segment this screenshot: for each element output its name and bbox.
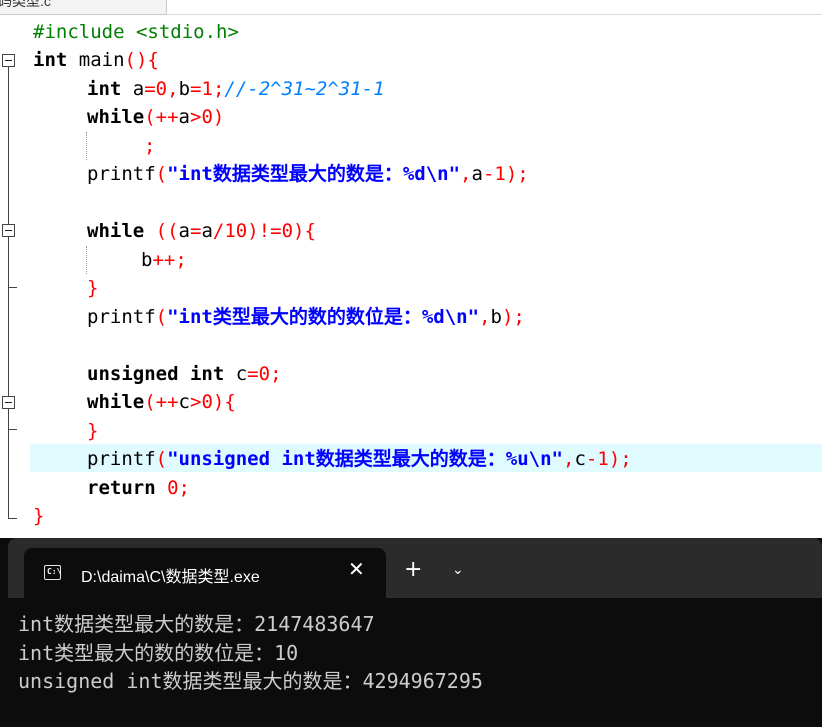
identifier-a: a — [178, 106, 190, 128]
identifier-b: b — [490, 306, 502, 328]
code-editor[interactable]: #include <stdio.h> int main(){ int a=0,b… — [0, 16, 822, 540]
terminal-output-line: int类型最大的数的数位是：10 — [18, 641, 299, 665]
fold-end-while-1 — [8, 287, 17, 288]
number-literal: 1 — [494, 163, 506, 185]
number-literal: 0 — [258, 363, 271, 385]
identifier-main: main — [67, 49, 125, 71]
identifier-c: c — [178, 391, 190, 413]
keyword-unsigned: unsigned — [87, 363, 179, 385]
number-literal: 0 — [201, 106, 213, 128]
fold-gutter — [0, 16, 30, 540]
code-line-14: while(++c>0){ — [87, 391, 236, 413]
indent-guide — [86, 246, 87, 274]
identifier-printf: printf — [87, 448, 156, 470]
terminal-window[interactable]: C:\ D:\daima\C\数据类型.exe ✕ + ⌄ int数据类型最大的… — [0, 538, 822, 727]
code-line-1: #include <stdio.h> — [33, 18, 239, 46]
number-literal: 0 — [167, 477, 179, 499]
identifier-printf: printf — [87, 306, 156, 328]
new-tab-button[interactable]: + — [404, 559, 422, 581]
terminal-tab[interactable]: C:\ D:\daima\C\数据类型.exe ✕ — [24, 548, 386, 598]
keyword-return: return — [87, 477, 156, 499]
code-line-5: ; — [144, 135, 156, 157]
close-icon[interactable]: ✕ — [348, 559, 365, 579]
editor-tab-label: 码类型.c — [0, 0, 51, 9]
code-line-17: return 0; — [87, 477, 190, 499]
code-line-3: int a=0,b=1;//-2^31~2^31-1 — [87, 78, 385, 100]
code-line-10: } — [87, 277, 99, 299]
identifier-c: c — [574, 448, 586, 470]
number-literal: 0 — [155, 78, 168, 100]
code-line-9: b++; — [141, 249, 187, 271]
terminal-output-line: unsigned int数据类型最大的数是：4294967295 — [18, 669, 483, 693]
indent-guide — [86, 132, 87, 160]
number-literal: 10 — [224, 220, 248, 242]
fold-line-main — [8, 67, 9, 519]
fold-toggle-main[interactable] — [2, 54, 15, 67]
keyword-while: while — [87, 106, 145, 128]
fold-toggle-while-2[interactable] — [2, 396, 15, 409]
code-line-6: printf("int数据类型最大的数是：%d\n",a-1); — [87, 163, 529, 185]
code-line-11: printf("int类型最大的数的数位是：%d\n",b); — [87, 306, 525, 328]
string-literal: "int数据类型最大的数是：%d\n" — [167, 163, 461, 185]
code-line-16: printf("unsigned int数据类型最大的数是：%u\n",c-1)… — [87, 448, 632, 470]
code-line-18: } — [33, 505, 45, 527]
number-literal: 0 — [281, 220, 294, 242]
code-line-15: } — [87, 420, 99, 442]
chevron-down-icon[interactable]: ⌄ — [452, 560, 464, 580]
string-literal: "int类型最大的数的数位是：%d\n" — [167, 306, 480, 328]
number-literal: 1 — [201, 78, 213, 100]
number-literal: 1 — [597, 448, 609, 470]
fold-toggle-while-1[interactable] — [2, 224, 15, 237]
identifier-a: a — [121, 78, 145, 100]
identifier-a: a — [471, 163, 483, 185]
code-line-2: int main(){ — [33, 49, 159, 71]
keyword-while: while — [87, 391, 145, 413]
keyword-while: while — [87, 220, 145, 242]
fold-end-while-2 — [8, 429, 17, 430]
terminal-tab-bar: C:\ D:\daima\C\数据类型.exe ✕ + ⌄ — [8, 538, 822, 598]
terminal-icon: C:\ — [44, 565, 61, 580]
terminal-output-line: int数据类型最大的数是：2147483647 — [18, 612, 375, 636]
keyword-int: int — [87, 78, 122, 100]
identifier-c: c — [235, 363, 248, 385]
code-line-4: while(++a>0) — [87, 106, 225, 128]
terminal-tab-title: D:\daima\C\数据类型.exe — [81, 569, 260, 586]
identifier-b: b — [141, 249, 153, 271]
comment: //-2^31~2^31-1 — [224, 78, 385, 100]
keyword-int: int — [33, 49, 68, 71]
tab-bar-divider — [166, 14, 822, 15]
identifier-a: a — [178, 220, 190, 242]
preprocessor-include: #include <stdio.h> — [33, 21, 239, 43]
string-literal: "unsigned int数据类型最大的数是：%u\n" — [167, 448, 563, 470]
number-literal: 0 — [201, 391, 213, 413]
code-line-8: while ((a=a/10)!=0){ — [87, 220, 316, 242]
identifier-printf: printf — [87, 163, 156, 185]
code-line-13: unsigned int c=0; — [87, 363, 282, 385]
editor-tab-fragment[interactable]: 码类型.c — [0, 0, 167, 15]
keyword-int: int — [189, 363, 225, 385]
fold-end-main — [8, 518, 17, 519]
identifier-b: b — [178, 78, 191, 100]
identifier-a: a — [201, 220, 213, 242]
